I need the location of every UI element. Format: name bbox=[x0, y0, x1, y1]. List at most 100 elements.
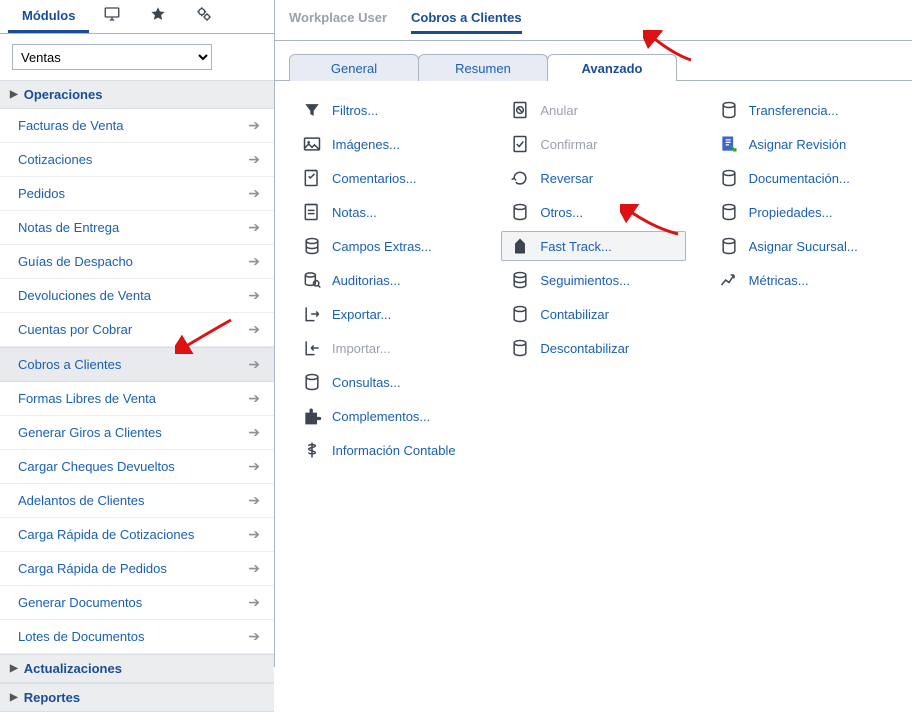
sidebar-item-label: Cuentas por Cobrar bbox=[18, 322, 132, 337]
sidebar-item[interactable]: Generar Giros a Clientes➔ bbox=[0, 416, 274, 450]
action-item[interactable]: Información Contable bbox=[293, 435, 477, 465]
assign-revision-icon bbox=[719, 134, 739, 154]
sidebar-tab-addons[interactable] bbox=[181, 0, 227, 33]
action-item[interactable]: Métricas... bbox=[710, 265, 894, 295]
section-label: Actualizaciones bbox=[24, 661, 122, 676]
section-label: Reportes bbox=[24, 690, 80, 705]
share-arrow-icon: ➔ bbox=[248, 356, 260, 373]
action-label: Exportar... bbox=[332, 307, 468, 322]
action-item[interactable]: Filtros... bbox=[293, 95, 477, 125]
sidebar-tab-favorites[interactable] bbox=[135, 0, 181, 33]
action-item[interactable]: Exportar... bbox=[293, 299, 477, 329]
subtab-resumen[interactable]: Resumen bbox=[418, 54, 548, 81]
sidebar-item-label: Devoluciones de Venta bbox=[18, 288, 151, 303]
sidebar-menu: Facturas de Venta➔Cotizaciones➔Pedidos➔N… bbox=[0, 109, 274, 654]
action-label: Complementos... bbox=[332, 409, 468, 424]
comments-icon bbox=[302, 168, 322, 188]
sidebar-item[interactable]: Cotizaciones➔ bbox=[0, 143, 274, 177]
assign-branch-icon bbox=[719, 236, 739, 256]
gears-icon bbox=[195, 5, 213, 23]
image-icon bbox=[302, 134, 322, 154]
action-label: Contabilizar bbox=[540, 307, 676, 322]
section-reportes[interactable]: ▶ Reportes bbox=[0, 683, 274, 712]
action-label: Otros... bbox=[540, 205, 676, 220]
action-label: Reversar bbox=[540, 171, 676, 186]
action-item[interactable]: Auditorias... bbox=[293, 265, 477, 295]
sidebar-tab-monitor[interactable] bbox=[89, 0, 135, 33]
breadcrumb-current[interactable]: Cobros a Clientes bbox=[411, 10, 522, 34]
action-label: Campos Extras... bbox=[332, 239, 468, 254]
action-item[interactable]: Propiedades... bbox=[710, 197, 894, 227]
module-select-row: Ventas bbox=[0, 34, 274, 80]
share-arrow-icon: ➔ bbox=[248, 458, 260, 475]
share-arrow-icon: ➔ bbox=[248, 424, 260, 441]
action-item[interactable]: Contabilizar bbox=[501, 299, 685, 329]
action-item[interactable]: Consultas... bbox=[293, 367, 477, 397]
sidebar-item-label: Facturas de Venta bbox=[18, 118, 124, 133]
sidebar-item[interactable]: Generar Documentos➔ bbox=[0, 586, 274, 620]
breadcrumb-workplace[interactable]: Workplace User bbox=[289, 10, 387, 34]
accounting-info-icon bbox=[302, 440, 322, 460]
action-item[interactable]: Seguimientos... bbox=[501, 265, 685, 295]
post-icon bbox=[510, 304, 530, 324]
complements-icon bbox=[302, 406, 322, 426]
sidebar-item-label: Pedidos bbox=[18, 186, 65, 201]
void-icon bbox=[510, 100, 530, 120]
sidebar-item[interactable]: Cuentas por Cobrar➔ bbox=[0, 313, 274, 347]
action-item[interactable]: Documentación... bbox=[710, 163, 894, 193]
action-item[interactable]: Notas... bbox=[293, 197, 477, 227]
breadcrumb-label: Cobros a Clientes bbox=[411, 10, 522, 25]
star-icon bbox=[149, 5, 167, 23]
action-item[interactable]: Reversar bbox=[501, 163, 685, 193]
sidebar-item[interactable]: Cargar Cheques Devueltos➔ bbox=[0, 450, 274, 484]
sidebar-item[interactable]: Lotes de Documentos➔ bbox=[0, 620, 274, 654]
unpost-icon bbox=[510, 338, 530, 358]
chevron-right-icon: ▶ bbox=[10, 89, 18, 100]
sidebar-item[interactable]: Facturas de Venta➔ bbox=[0, 109, 274, 143]
monitor-icon bbox=[103, 5, 121, 23]
import-icon bbox=[302, 338, 322, 358]
sidebar-item[interactable]: Cobros a Clientes➔ bbox=[0, 347, 274, 382]
share-arrow-icon: ➔ bbox=[248, 287, 260, 304]
action-item[interactable]: Otros... bbox=[501, 197, 685, 227]
sidebar-item[interactable]: Formas Libres de Venta➔ bbox=[0, 382, 274, 416]
sidebar-item[interactable]: Notas de Entrega➔ bbox=[0, 211, 274, 245]
action-item[interactable]: Transferencia... bbox=[710, 95, 894, 125]
sidebar-item[interactable]: Devoluciones de Venta ➔ bbox=[0, 279, 274, 313]
subtab-avanzado[interactable]: Avanzado bbox=[547, 54, 677, 81]
chevron-right-icon: ▶ bbox=[10, 663, 18, 674]
module-select[interactable]: Ventas bbox=[12, 44, 212, 70]
section-operaciones[interactable]: ▶ Operaciones bbox=[0, 80, 274, 109]
sidebar-item[interactable]: Adelantos de Clientes➔ bbox=[0, 484, 274, 518]
action-item[interactable]: Imágenes... bbox=[293, 129, 477, 159]
share-arrow-icon: ➔ bbox=[248, 185, 260, 202]
subtab-general[interactable]: General bbox=[289, 54, 419, 81]
action-item[interactable]: Fast Track... bbox=[501, 231, 685, 261]
sidebar-item[interactable]: Carga Rápida de Pedidos➔ bbox=[0, 552, 274, 586]
confirm-icon bbox=[510, 134, 530, 154]
action-item[interactable]: Asignar Revisión bbox=[710, 129, 894, 159]
action-item[interactable]: Descontabilizar bbox=[501, 333, 685, 363]
action-label: Propiedades... bbox=[749, 205, 885, 220]
sidebar-item[interactable]: Pedidos ➔ bbox=[0, 177, 274, 211]
action-item: Confirmar bbox=[501, 129, 685, 159]
sidebar-item[interactable]: Carga Rápida de Cotizaciones➔ bbox=[0, 518, 274, 552]
metrics-icon bbox=[719, 270, 739, 290]
action-item[interactable]: Campos Extras... bbox=[293, 231, 477, 261]
action-label: Información Contable bbox=[332, 443, 468, 458]
sidebar-item-label: Generar Documentos bbox=[18, 595, 142, 610]
actions-column-3: Transferencia... Asignar Revisión Document… bbox=[710, 95, 894, 465]
share-arrow-icon: ➔ bbox=[248, 492, 260, 509]
action-item[interactable]: Asignar Sucursal... bbox=[710, 231, 894, 261]
sidebar-item-label: Carga Rápida de Pedidos bbox=[18, 561, 167, 576]
sidebar-item[interactable]: Guías de Despacho➔ bbox=[0, 245, 274, 279]
section-actualizaciones[interactable]: ▶ Actualizaciones bbox=[0, 654, 274, 683]
action-item[interactable]: Complementos... bbox=[293, 401, 477, 431]
action-item[interactable]: Comentarios... bbox=[293, 163, 477, 193]
sidebar-item-label: Carga Rápida de Cotizaciones bbox=[18, 527, 194, 542]
properties-icon bbox=[719, 202, 739, 222]
subtab-label: Resumen bbox=[455, 61, 511, 76]
action-label: Imágenes... bbox=[332, 137, 468, 152]
subtab-label: Avanzado bbox=[582, 61, 643, 76]
sidebar-tab-modules[interactable]: Módulos bbox=[8, 2, 89, 33]
